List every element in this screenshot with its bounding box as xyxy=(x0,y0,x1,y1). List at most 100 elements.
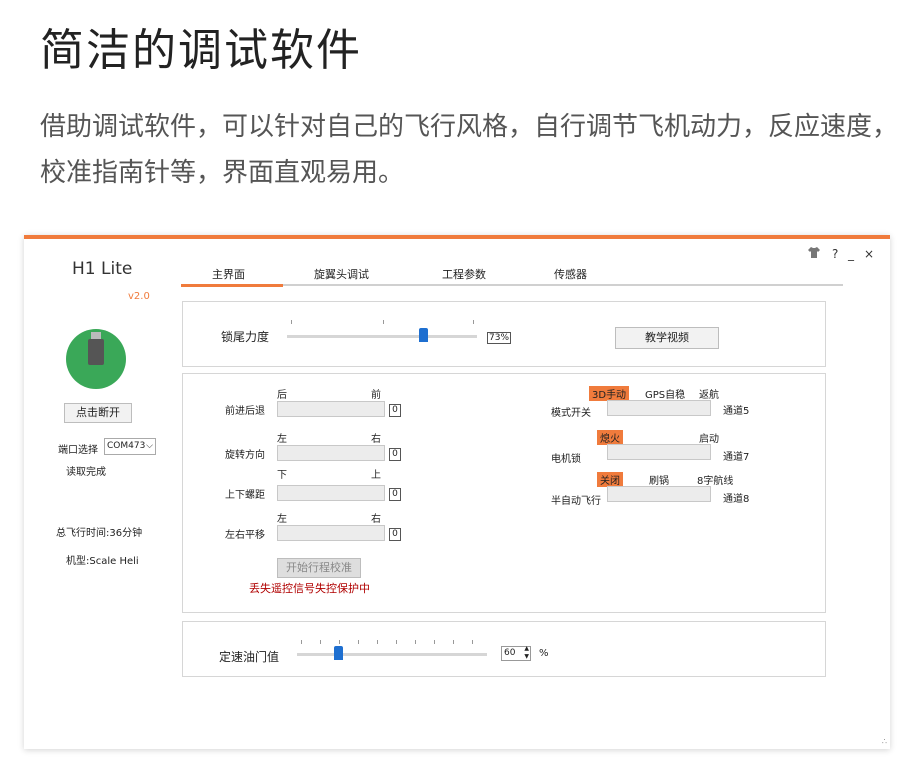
port-select-value: COM473 xyxy=(107,441,146,451)
switch-option[interactable]: GPS自稳 xyxy=(645,386,685,401)
slider-tick xyxy=(434,640,435,644)
stick-left-label: 左 xyxy=(277,514,287,525)
app-name: H1 Lite xyxy=(72,259,133,279)
stick-left-label: 左 xyxy=(277,434,287,445)
stick-row: 左 右 左右平移 0 xyxy=(223,510,413,544)
shirt-icon[interactable] xyxy=(808,247,820,261)
tutorial-video-button[interactable]: 教学视频 xyxy=(615,327,719,349)
switch-option[interactable]: 刷锅 xyxy=(649,472,669,487)
stick-value: 0 xyxy=(389,528,401,541)
switch-bar xyxy=(607,400,711,416)
slider-tick xyxy=(377,640,378,644)
app-version: v2.0 xyxy=(128,291,150,302)
slider-tick xyxy=(301,640,302,644)
slider-track xyxy=(287,335,477,338)
throttle-unit: % xyxy=(539,648,549,659)
tab-engineering[interactable]: 工程参数 xyxy=(442,266,486,282)
switch-option[interactable]: 启动 xyxy=(699,430,719,445)
switch-semi-auto: 关闭 刷锅 8字航线 半自动飞行 通道8 xyxy=(549,472,799,507)
switch-label: 模式开关 xyxy=(551,408,591,419)
switch-option-active[interactable]: 3D手动 xyxy=(589,386,630,401)
stick-bar xyxy=(277,525,385,541)
slider-tick xyxy=(415,640,416,644)
slider-tick xyxy=(320,640,321,644)
usb-icon xyxy=(88,339,104,365)
tail-lock-slider[interactable] xyxy=(287,320,477,346)
page-description: 借助调试软件，可以针对自己的飞行风格，自行调节飞机动力，反应速度，校准指南针等，… xyxy=(40,112,899,188)
tab-rotor-head[interactable]: 旋翼头调试 xyxy=(314,266,369,282)
page-title: 简洁的调试软件 xyxy=(40,25,362,76)
stick-label: 旋转方向 xyxy=(225,450,265,461)
throttle-panel: 定速油门值 60 ▲ ▼ % xyxy=(182,621,826,677)
resize-grip-icon[interactable]: ∴ xyxy=(882,737,887,746)
stick-right-label: 前 xyxy=(371,390,381,401)
switch-motor-lock: 熄火 启动 电机锁 通道7 xyxy=(549,430,799,465)
flight-time: 总飞行时间:36分钟 xyxy=(56,528,143,539)
slider-tick xyxy=(358,640,359,644)
stick-label: 前进后退 xyxy=(225,406,265,417)
channels-panel: 后 前 前进后退 0 左 右 旋转方向 0 下 上 上下螺距 0 左 右 左右平… xyxy=(182,373,826,613)
throttle-label: 定速油门值 xyxy=(219,650,280,664)
switch-label: 电机锁 xyxy=(551,454,581,465)
minimize-button[interactable]: _ xyxy=(848,247,854,261)
stick-right-label: 上 xyxy=(371,470,381,481)
slider-tick xyxy=(339,640,340,644)
throttle-value: 60 xyxy=(504,648,516,658)
switch-bar xyxy=(607,486,711,502)
throttle-spinbox[interactable]: 60 ▲ ▼ xyxy=(501,645,531,661)
stick-label: 左右平移 xyxy=(225,530,265,541)
model-label: 机型:Scale Heli xyxy=(66,556,139,567)
port-select[interactable]: COM473 ⌵ xyxy=(104,438,156,455)
tail-lock-label: 锁尾力度 xyxy=(221,330,270,344)
throttle-slider[interactable] xyxy=(297,640,489,664)
switch-channel: 通道5 xyxy=(723,406,750,417)
switch-mode: 3D手动 GPS自稳 返航 模式开关 通道5 xyxy=(549,386,799,420)
app-window: H1 Lite v2.0 ? _ × 点击断开 端口选择 COM473 ⌵ 读取… xyxy=(24,235,890,749)
failsafe-warning: 丢失遥控信号失控保护中 xyxy=(249,582,370,595)
stick-left-label: 后 xyxy=(277,390,287,401)
stick-bar xyxy=(277,401,385,417)
stick-bar xyxy=(277,485,385,501)
chevron-down-icon: ⌵ xyxy=(146,441,153,451)
slider-tick xyxy=(472,640,473,644)
close-button[interactable]: × xyxy=(864,247,874,261)
stick-value: 0 xyxy=(389,448,401,461)
stick-bar xyxy=(277,445,385,461)
start-calibration-button[interactable]: 开始行程校准 xyxy=(277,558,361,578)
switch-bar xyxy=(607,444,711,460)
slider-tick xyxy=(453,640,454,644)
help-icon[interactable]: ? xyxy=(832,247,838,261)
slider-track xyxy=(297,653,487,656)
slider-tick xyxy=(473,320,474,324)
active-tab-indicator xyxy=(181,284,283,287)
switch-option[interactable]: 8字航线 xyxy=(697,472,733,487)
slider-tick xyxy=(383,320,384,324)
slider-thumb[interactable] xyxy=(333,646,343,660)
read-status: 读取完成 xyxy=(66,467,106,478)
stick-right-label: 右 xyxy=(371,434,381,445)
slider-tick xyxy=(291,320,292,324)
stick-left-label: 下 xyxy=(277,470,287,481)
switch-option[interactable]: 返航 xyxy=(699,386,719,401)
switch-option-active[interactable]: 熄火 xyxy=(597,430,623,445)
switch-channel: 通道8 xyxy=(723,494,750,505)
stick-row: 后 前 前进后退 0 xyxy=(223,386,413,420)
stick-right-label: 右 xyxy=(371,514,381,525)
stick-value: 0 xyxy=(389,404,401,417)
stick-row: 左 右 旋转方向 0 xyxy=(223,430,413,464)
port-label: 端口选择 xyxy=(58,445,98,456)
disconnect-button[interactable]: 点击断开 xyxy=(64,403,132,423)
switch-label: 半自动飞行 xyxy=(551,496,601,507)
tab-sensor[interactable]: 传感器 xyxy=(554,266,587,282)
stick-row: 下 上 上下螺距 0 xyxy=(223,466,413,506)
stick-value: 0 xyxy=(389,488,401,501)
tail-lock-value: 73% xyxy=(487,332,512,344)
tab-main[interactable]: 主界面 xyxy=(212,266,245,282)
spin-arrows-icon[interactable]: ▲ ▼ xyxy=(524,645,529,661)
switch-channel: 通道7 xyxy=(723,452,750,463)
switch-option-active[interactable]: 关闭 xyxy=(597,472,623,487)
stick-label: 上下螺距 xyxy=(225,490,265,501)
tail-lock-panel: 锁尾力度 73% 教学视频 xyxy=(182,301,826,367)
slider-thumb[interactable] xyxy=(419,328,429,342)
slider-tick xyxy=(396,640,397,644)
